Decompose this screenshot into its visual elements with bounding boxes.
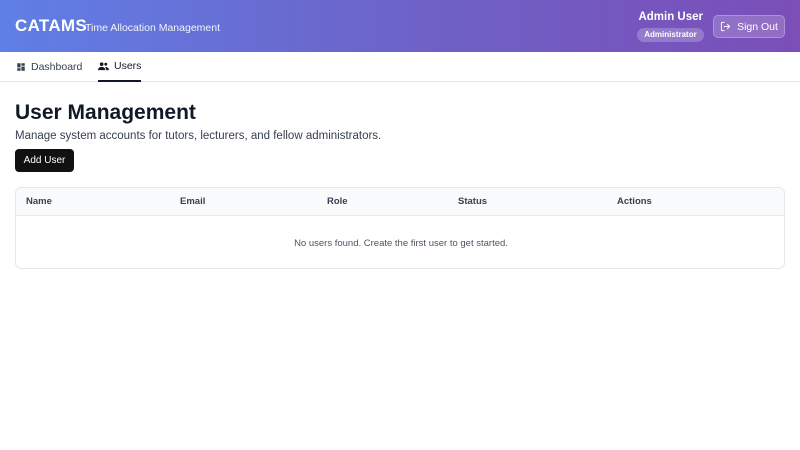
sign-out-button[interactable]: Sign Out xyxy=(713,15,785,38)
users-icon xyxy=(98,61,109,71)
main-nav: Dashboard Users xyxy=(0,52,800,82)
column-header-email: Email xyxy=(180,196,206,207)
tab-dashboard[interactable]: Dashboard xyxy=(16,52,82,82)
column-header-name: Name xyxy=(26,196,52,207)
current-user-name: Admin User xyxy=(638,11,703,23)
tab-dashboard-label: Dashboard xyxy=(31,61,83,73)
column-header-role: Role xyxy=(327,196,348,207)
app-tagline: Time Allocation Management xyxy=(85,22,221,34)
empty-state-message: No users found. Create the first user to… xyxy=(294,237,508,249)
dashboard-icon xyxy=(16,62,26,72)
sign-out-label: Sign Out xyxy=(737,20,778,33)
column-header-status: Status xyxy=(458,196,488,207)
page-subtitle: Manage system accounts for tutors, lectu… xyxy=(15,130,382,142)
app-header: CATAMS Time Allocation Management Admin … xyxy=(0,0,800,52)
tab-users[interactable]: Users xyxy=(98,52,142,82)
page-title: User Management xyxy=(15,101,196,124)
user-role-badge: Administrator xyxy=(637,28,704,42)
add-user-button[interactable]: Add User xyxy=(15,149,74,172)
table-header: Name Email Role Status Actions xyxy=(16,188,784,216)
tab-users-label: Users xyxy=(114,60,142,72)
column-header-actions: Actions xyxy=(617,196,652,207)
app-brand[interactable]: CATAMS xyxy=(15,16,87,36)
users-table: Name Email Role Status Actions No users … xyxy=(15,187,785,269)
sign-out-icon xyxy=(720,21,731,32)
